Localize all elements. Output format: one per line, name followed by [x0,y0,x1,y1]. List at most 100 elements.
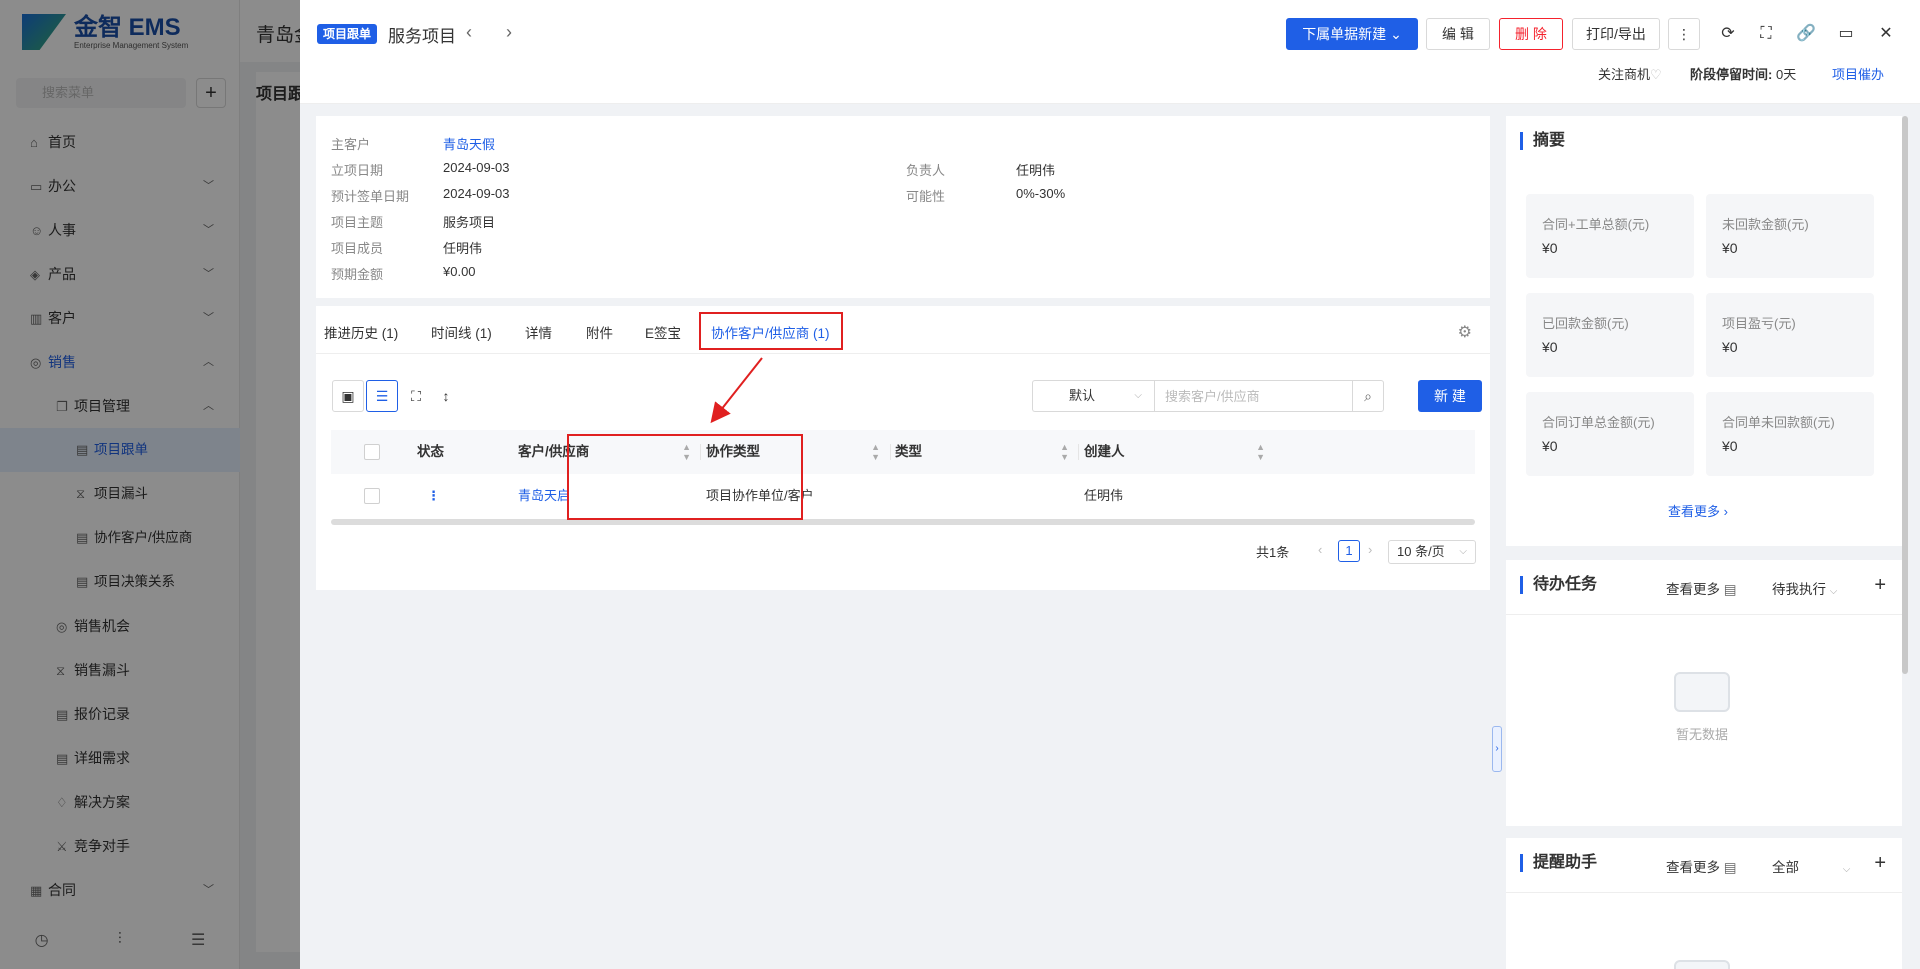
col-divider [1078,444,1079,460]
col-type[interactable]: 类型 ▲ ▼ [895,430,1073,474]
add-reminder-icon[interactable]: + [1874,852,1886,875]
tab-progress-history[interactable]: 推进历史 (1) [324,322,398,342]
empty-inbox-icon [1674,672,1730,712]
list-view-icon[interactable]: ☰ [366,380,398,412]
add-todo-icon[interactable]: + [1874,574,1886,597]
create-sub-record-button[interactable]: 下属单据新建 ⌄ [1286,18,1418,50]
view-select-value: 默认 [1069,388,1096,403]
print-export-button[interactable]: 打印/导出 [1572,18,1660,50]
refresh-icon[interactable]: ⟳ [1716,22,1740,46]
view-select[interactable]: 默认 ⌵ [1032,380,1154,412]
stat-value: ¥0 [1722,339,1738,355]
prev-page-icon[interactable]: ‹ [1318,542,1322,557]
search-icon[interactable]: ⌕ [1352,380,1384,412]
info-label: 主客户 [331,137,371,152]
reminder-more-link[interactable]: 查看更多 ▤ [1666,856,1737,876]
prev-record-icon[interactable]: ‹ [466,22,472,43]
follow-opportunity[interactable]: 关注商机♡ [1598,64,1662,83]
more-label: 查看更多 [1666,582,1720,597]
pager-total: 共1条 [1256,545,1290,560]
page-size-value: 10 条/页 [1397,544,1445,559]
todo-more-link[interactable]: 查看更多 ▤ [1666,578,1737,598]
stat-card: 已回款金额(元) ¥0 [1526,293,1694,377]
info-subject: 项目主题 服务项目 [331,212,495,231]
todo-title: 待办任务 [1520,576,1597,594]
info-value: 任明伟 [1016,163,1056,178]
tab-esign[interactable]: E签宝 [645,322,681,342]
summary-more-link[interactable]: 查看更多 › [1668,501,1728,520]
info-label: 项目主题 [331,215,384,230]
expand-icon[interactable]: ⛶ [402,380,430,412]
col-status: 状态 [417,430,497,474]
partner-search-input[interactable] [1154,380,1352,412]
create-sub-record-label: 下属单据新建 [1302,26,1387,42]
row-actions-icon[interactable]: ⋮ [427,474,440,518]
sort-icon[interactable]: ▲ ▼ [871,430,880,462]
divider [1506,892,1902,893]
sort-icon[interactable]: ▲ ▼ [1060,430,1069,462]
next-record-icon[interactable]: › [506,22,512,43]
info-value: 2024-09-03 [443,160,510,175]
stat-value: ¥0 [1722,240,1738,256]
link-icon[interactable]: 🔗 [1794,22,1818,46]
fullscreen-icon[interactable]: ⛶ [1754,22,1778,46]
stat-value: ¥0 [1542,438,1558,454]
select-all-checkbox[interactable] [364,444,380,460]
info-label: 可能性 [906,189,946,204]
info-members: 项目成员 任明伟 [331,238,482,257]
next-page-icon[interactable]: › [1368,542,1372,557]
row-checkbox[interactable] [364,488,380,504]
info-label: 预期金额 [331,267,384,282]
todo-filter-select[interactable]: 待我执行 ⌵ [1772,578,1837,598]
page-size-select[interactable]: 10 条/页 ⌵ [1388,540,1476,564]
more-actions-icon[interactable]: ⋮ [1668,18,1700,50]
gear-icon[interactable]: ⚙ [1458,322,1472,342]
col-label: 状态 [417,444,444,459]
summary-title: 摘要 [1520,132,1565,150]
col-creator[interactable]: 创建人 ▲ ▼ [1084,430,1269,474]
tab-details[interactable]: 详情 [525,322,552,342]
close-icon[interactable]: ✕ [1874,22,1898,46]
info-label: 负责人 [906,163,946,178]
row-height-icon[interactable]: ↕ [432,380,460,412]
delete-button[interactable]: 删 除 [1499,18,1563,50]
project-remind-link[interactable]: 项目催办 [1832,64,1884,83]
tab-timeline[interactable]: 时间线 (1) [431,322,492,342]
stat-label: 合同单未回款额(元) [1722,415,1835,430]
heart-icon: ♡ [1650,67,1662,82]
follow-label: 关注商机 [1598,67,1651,82]
dock-icon[interactable]: ▭ [1834,22,1858,46]
detail-drawer: 项目跟单 服务项目 ‹ › 下属单据新建 ⌄ 编 辑 删 除 打印/导出 ⋮ ⟳… [300,0,1920,969]
presentation-view-icon[interactable]: ▣ [332,380,364,412]
sort-icon[interactable]: ▲ ▼ [1256,430,1265,462]
empty-inbox-icon [1674,960,1730,969]
info-label: 立项日期 [331,163,384,178]
info-start-date: 立项日期 2024-09-03 [331,160,510,179]
reminder-filter-select[interactable]: 全部 ⌵ [1772,856,1850,876]
tab-attachments[interactable]: 附件 [586,322,613,342]
tabs-card: 推进历史 (1) 时间线 (1) 详情 附件 E签宝 协作客户/供应商 (1) … [316,306,1490,590]
col-label: 创建人 [1084,444,1125,459]
horizontal-scrollbar[interactable] [331,519,1475,525]
panel-collapse-handle[interactable]: › [1492,726,1502,772]
stage-label: 阶段停留时间: [1690,67,1773,82]
table-header: 状态 客户/供应商 ▲ ▼ 协作类型 ▲ ▼ 类型 ▲ ▼ 创建人 ▲ ▼ [331,430,1475,474]
stat-value: ¥0 [1542,339,1558,355]
chevron-down-icon: ⌵ [1842,864,1851,875]
row-customer-link[interactable]: 青岛天启 [518,474,570,518]
stat-card: 合同单未回款额(元) ¥0 [1706,392,1874,476]
stage-value: 0天 [1775,67,1797,82]
more-label: 查看更多 [1668,504,1721,519]
info-value: 2024-09-03 [443,186,510,201]
stat-label: 项目盈亏(元) [1722,316,1796,331]
stat-card: 合同+工单总额(元) ¥0 [1526,194,1694,278]
info-sign-date: 预计签单日期 2024-09-03 [331,186,510,205]
edit-button[interactable]: 编 辑 [1426,18,1490,50]
stat-label: 未回款金额(元) [1722,217,1809,232]
stat-value: ¥0 [1722,438,1738,454]
page-1-button[interactable]: 1 [1338,540,1360,562]
main-customer-link[interactable]: 青岛天假 [443,134,495,153]
vertical-scrollbar[interactable] [1902,116,1908,674]
new-partner-button[interactable]: 新 建 [1418,380,1482,412]
chevron-right-icon: › [1723,504,1728,519]
